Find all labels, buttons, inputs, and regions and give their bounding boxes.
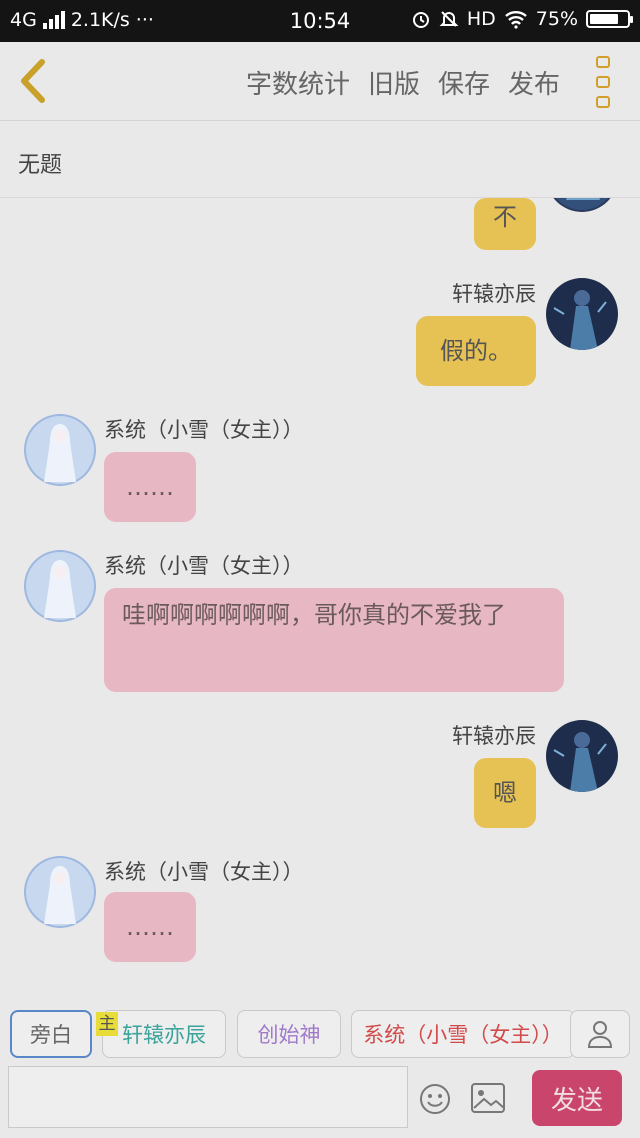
toolbar-actions: 字数统计 旧版 保存 发布 [246, 64, 560, 101]
message-bubble[interactable]: 不 [474, 198, 536, 250]
main-role-badge: 主 [96, 1012, 118, 1036]
role-chip-system-xiaoxue[interactable]: 系统（小雪（女主）） [351, 1010, 575, 1058]
avatar-system-xiaoxue[interactable] [24, 550, 96, 622]
sender-name: 系统（小雪（女主）） [104, 418, 304, 442]
add-role-button[interactable] [570, 1010, 630, 1058]
alarm-icon [412, 12, 429, 28]
message-bubble[interactable]: …… [104, 892, 196, 962]
avatar-xuanyuan[interactable] [546, 278, 618, 350]
message-bubble[interactable]: …… [104, 452, 196, 522]
word-count-button[interactable]: 字数统计 [246, 64, 350, 101]
sender-name: 系统（小雪（女主）） [104, 554, 304, 578]
role-chip-xuanyuan[interactable]: 轩辕亦辰 [102, 1010, 226, 1058]
battery-percent: 75% [535, 8, 578, 30]
old-version-button[interactable]: 旧版 [368, 64, 420, 101]
chat-list[interactable]: 不 轩辕亦辰 假的。 系统（小雪（女主）） …… 系统（小雪（女主）） 哇啊啊啊… [0, 198, 640, 988]
publish-button[interactable]: 发布 [508, 64, 560, 101]
input-bar: 发送 [0, 1066, 640, 1138]
message-input[interactable] [8, 1066, 408, 1128]
title-bar[interactable]: 无题 [0, 121, 640, 198]
role-chip-creator-god[interactable]: 创始神 [237, 1010, 341, 1058]
avatar-xuanyuan[interactable] [546, 720, 618, 792]
image-icon[interactable] [470, 1082, 506, 1114]
role-chip-narrator[interactable]: 旁白 [10, 1010, 92, 1058]
save-button[interactable]: 保存 [438, 64, 490, 101]
person-icon [587, 1021, 613, 1048]
sender-name: 系统（小雪（女主）） [104, 860, 304, 884]
sender-name: 轩辕亦辰 [452, 282, 536, 306]
avatar-xuanyuan[interactable] [546, 198, 618, 212]
sender-name: 轩辕亦辰 [452, 724, 536, 748]
hd-indicator: HD [466, 8, 496, 30]
status-bar: 4G 2.1K/s ··· 10:54 HD 75% [0, 0, 640, 42]
mute-bell-icon [439, 11, 459, 27]
message-bubble[interactable]: 假的。 [416, 316, 536, 386]
message-bubble[interactable]: 哇啊啊啊啊啊啊，哥你真的不爱我了 [104, 588, 564, 692]
emoji-icon[interactable] [418, 1082, 452, 1116]
send-button[interactable]: 发送 [532, 1070, 622, 1126]
top-toolbar: 字数统计 旧版 保存 发布 [0, 42, 640, 121]
avatar-system-xiaoxue[interactable] [24, 856, 96, 928]
status-right: HD 75% [411, 8, 633, 30]
message-bubble[interactable]: 嗯 [474, 758, 536, 828]
wifi-icon [504, 11, 527, 29]
battery-icon [586, 10, 633, 28]
more-menu-icon[interactable] [596, 56, 616, 108]
back-icon[interactable] [14, 58, 54, 104]
story-title: 无题 [18, 153, 63, 178]
avatar-system-xiaoxue[interactable] [24, 414, 96, 486]
